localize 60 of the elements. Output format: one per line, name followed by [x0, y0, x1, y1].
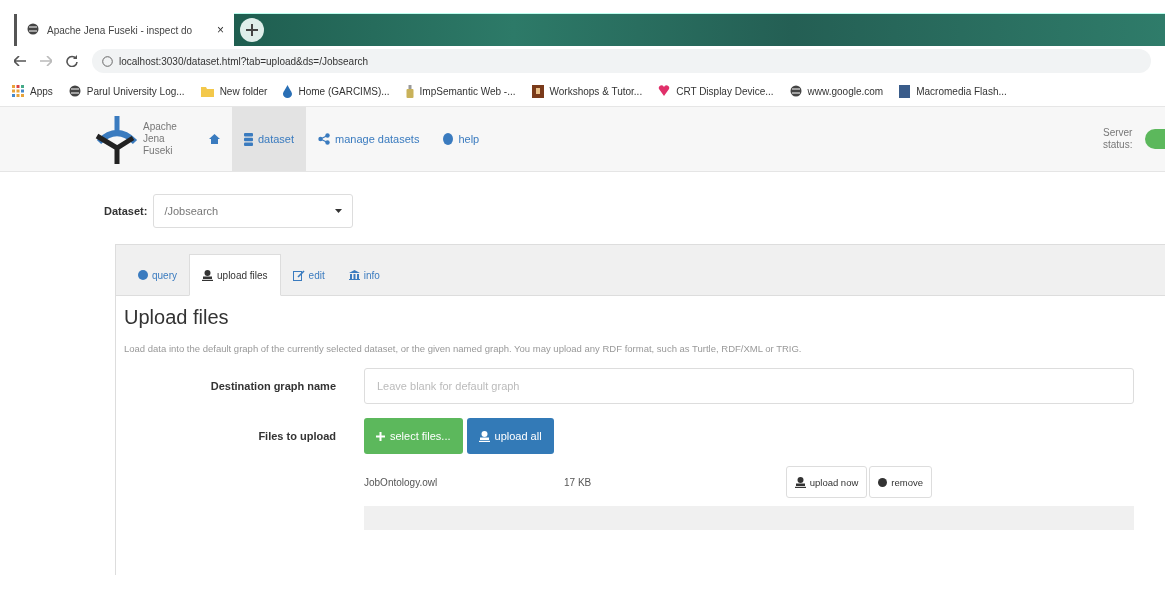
globe-icon	[27, 23, 39, 35]
bookmark[interactable]: Workshops & Tutor...	[531, 84, 643, 98]
document-icon	[899, 84, 911, 98]
globe-icon	[789, 85, 802, 97]
folder-icon	[200, 85, 214, 97]
field-label: Files to upload	[257, 430, 337, 442]
logo-icon	[95, 114, 139, 164]
user-upload-icon	[202, 269, 213, 281]
remove-icon	[878, 477, 888, 487]
globe-icon	[68, 85, 81, 97]
bookmark[interactable]: Apps	[12, 85, 53, 97]
home-icon	[208, 134, 220, 144]
caret-icon	[335, 209, 343, 213]
user-upload-icon	[478, 430, 490, 442]
tab[interactable]: edit	[280, 255, 337, 295]
nav-link[interactable]: help	[431, 107, 492, 171]
bookmark[interactable]: ImpSemantic Web -...	[405, 84, 516, 98]
tab[interactable]: query	[126, 255, 189, 295]
nav-link[interactable]: dataset	[231, 107, 306, 171]
plus-icon	[246, 24, 258, 36]
apps-icon	[12, 85, 24, 97]
bookmark[interactable]: Parul University Log...	[68, 85, 185, 97]
field-label: Destination graph name	[209, 380, 337, 392]
tab[interactable]: info	[336, 255, 392, 295]
close-icon[interactable]: ×	[217, 23, 224, 37]
upload-now-button[interactable]: upload now	[785, 466, 868, 498]
status-indicator	[1145, 129, 1165, 149]
back-icon[interactable]	[14, 56, 26, 66]
section-heading: Upload files	[124, 306, 230, 329]
info-circle-icon	[138, 270, 148, 280]
server-status-label: Server status:	[1103, 127, 1134, 151]
logo-text: Apache Jena Fuseki	[143, 121, 177, 157]
file-size: 17 KB	[564, 476, 593, 488]
nav-link[interactable]: manage datasets	[306, 107, 432, 171]
dataset-label: Dataset:	[104, 205, 148, 217]
tab[interactable]: upload files	[189, 254, 281, 296]
new-tab-button[interactable]	[240, 18, 264, 42]
drop-icon	[283, 84, 293, 98]
share-icon	[318, 133, 330, 145]
address-bar[interactable]: localhost:3030/dataset.html?tab=upload&ds=/Jobsearch	[92, 49, 1151, 73]
heart-icon	[658, 85, 671, 97]
plus-icon	[376, 431, 385, 441]
edit-icon	[292, 269, 305, 281]
bank-icon	[348, 270, 360, 280]
dataset-dropdown[interactable]: /Jobsearch	[153, 194, 354, 228]
description: Load data into the default graph of the currently selected dataset, or the given named graph. You may upload any RDF format, such as Turtle, RDF/XML or TRIG.	[124, 343, 803, 354]
reload-icon[interactable]	[66, 55, 78, 67]
bookmark[interactable]: Macromedia Flash...	[899, 84, 1007, 98]
file-name: JobOntology.owl	[364, 476, 439, 488]
remove-button[interactable]: remove	[869, 466, 932, 498]
bookmark[interactable]: www.google.com	[789, 85, 884, 97]
user-upload-icon	[794, 476, 806, 488]
upload-all-button[interactable]: upload all	[466, 418, 554, 454]
bookmark[interactable]: Home (GARCIMS)...	[283, 84, 390, 98]
database-icon	[243, 132, 253, 146]
graph-name-field[interactable]: Leave blank for default graph	[364, 368, 1134, 404]
bookmark[interactable]: CRT Display Device...	[658, 85, 774, 97]
book-icon	[531, 84, 544, 98]
bookmark[interactable]: New folder	[200, 85, 268, 97]
bottle-icon	[405, 84, 414, 98]
